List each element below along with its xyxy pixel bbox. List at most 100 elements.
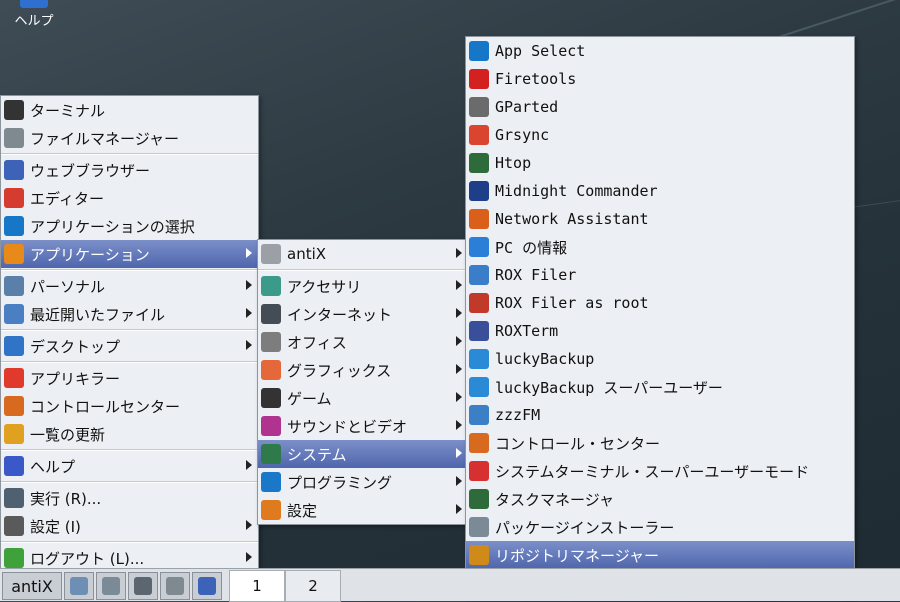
system-menu-item-label: Firetools (495, 70, 577, 88)
apps-menu-item[interactable]: ゲーム (258, 384, 468, 412)
system-menu-item[interactable]: GParted (466, 93, 854, 121)
root-menu-item-label: アプリキラー (30, 369, 121, 388)
system-menu-item-label: システムターミナル・スーパーユーザーモード (495, 462, 810, 481)
refresh-icon (4, 424, 24, 444)
system-menu-item[interactable]: コントロール・センター (466, 429, 854, 457)
desktop-help-shortcut[interactable]: ヘルプ (14, 0, 54, 29)
workspace-2-button[interactable]: 2 (285, 570, 341, 602)
terminal-icon (4, 100, 24, 120)
apps-menu-item[interactable]: グラフィックス (258, 356, 468, 384)
fullscreen-icon (70, 577, 88, 595)
system-menu-item[interactable]: Firetools (466, 65, 854, 93)
submenu-arrow-icon (456, 248, 462, 258)
apps-menu-item-label: サウンドとビデオ (287, 417, 408, 436)
menu-separator (258, 269, 468, 271)
workspace-1-button[interactable]: 1 (229, 570, 285, 602)
control-center-icon (4, 396, 24, 416)
submenu-arrow-icon (456, 336, 462, 346)
root-menu-item-label: ファイルマネージャー (30, 129, 179, 148)
help-book-icon (20, 0, 48, 8)
internet-icon (261, 304, 281, 324)
system-menu-item[interactable]: Grsync (466, 121, 854, 149)
apps-menu-item[interactable]: システム (258, 440, 468, 468)
apps-menu-item[interactable]: antiX (258, 240, 468, 268)
system-menu-item[interactable]: ROX Filer as root (466, 289, 854, 317)
control-center-icon (469, 433, 489, 453)
apps-menu-item-label: オフィス (287, 333, 347, 352)
root-menu-item[interactable]: 実行 (R)... (1, 484, 258, 512)
menu-separator (1, 361, 258, 363)
web-browser-icon (198, 577, 216, 595)
menu-separator (1, 481, 258, 483)
root-menu-item[interactable]: ファイルマネージャー (1, 124, 258, 152)
root-menu-item[interactable]: パーソナル (1, 272, 258, 300)
zzzfm-icon (469, 405, 489, 425)
midnight-commander-icon (469, 181, 489, 201)
system-menu-item[interactable]: luckyBackup (466, 345, 854, 373)
system-menu-item[interactable]: システムターミナル・スーパーユーザーモード (466, 457, 854, 485)
root-menu-item[interactable]: ターミナル (1, 96, 258, 124)
app-select-icon (4, 216, 24, 236)
apps-menu-item[interactable]: オフィス (258, 328, 468, 356)
root-menu-item[interactable]: 設定 (I) (1, 512, 258, 540)
submenu-arrow-icon (246, 308, 252, 318)
package-manager-icon (102, 577, 120, 595)
system-menu-item[interactable]: luckyBackup スーパーユーザー (466, 373, 854, 401)
root-menu-item[interactable]: デスクトップ (1, 332, 258, 360)
fullscreen-launcher[interactable] (64, 572, 94, 600)
apps-menu-item[interactable]: インターネット (258, 300, 468, 328)
start-menu-button[interactable]: antiX (2, 572, 62, 600)
root-menu-item[interactable]: アプリキラー (1, 364, 258, 392)
system-menu-item[interactable]: ROX Filer (466, 261, 854, 289)
repository-manager-icon (469, 545, 489, 565)
root-menu-item[interactable]: コントロールセンター (1, 392, 258, 420)
system-menu-item[interactable]: Network Assistant (466, 205, 854, 233)
apps-menu-item[interactable]: 設定 (258, 496, 468, 524)
gparted-icon (469, 97, 489, 117)
system-menu-item-label: タスクマネージャ (495, 490, 614, 509)
system-menu-item[interactable]: リポジトリマネージャー (466, 541, 854, 569)
package-manager-launcher[interactable] (96, 572, 126, 600)
root-menu-item[interactable]: ウェブブラウザー (1, 156, 258, 184)
user-icon (4, 276, 24, 296)
editor-icon (4, 188, 24, 208)
root-menu-item[interactable]: アプリケーション (1, 240, 258, 268)
submenu-arrow-icon (246, 520, 252, 530)
apps-menu-item-label: グラフィックス (287, 361, 392, 380)
root-menu-item[interactable]: ヘルプ (1, 452, 258, 480)
root-menu-item[interactable]: 最近開いたファイル (1, 300, 258, 328)
submenu-arrow-icon (246, 280, 252, 290)
system-menu-item[interactable]: タスクマネージャ (466, 485, 854, 513)
root-menu-item[interactable]: アプリケーションの選択 (1, 212, 258, 240)
menu-separator (1, 329, 258, 331)
info-icon (469, 237, 489, 257)
apps-menu-item-label: ゲーム (287, 389, 332, 408)
system-menu-item[interactable]: PC の情報 (466, 233, 854, 261)
web-browser-icon (4, 160, 24, 180)
system-menu-item[interactable]: Midnight Commander (466, 177, 854, 205)
system-menu-item[interactable]: ROXTerm (466, 317, 854, 345)
root-terminal-icon (469, 461, 489, 481)
htop-icon (469, 153, 489, 173)
package-installer-icon (469, 517, 489, 537)
menu-separator (1, 153, 258, 155)
submenu-arrow-icon (456, 504, 462, 514)
system-menu-item[interactable]: パッケージインストーラー (466, 513, 854, 541)
root-menu-item-label: アプリケーションの選択 (30, 217, 195, 236)
root-menu-item[interactable]: エディター (1, 184, 258, 212)
eject-launcher[interactable] (128, 572, 158, 600)
submenu-arrow-icon (456, 364, 462, 374)
root-menu-item[interactable]: 一覧の更新 (1, 420, 258, 448)
apps-menu-item[interactable]: アクセサリ (258, 272, 468, 300)
system-menu-item[interactable]: zzzFM (466, 401, 854, 429)
submenu-arrow-icon (246, 460, 252, 470)
apps-menu-item[interactable]: プログラミング (258, 468, 468, 496)
system-menu-item[interactable]: App Select (466, 37, 854, 65)
system-menu-item[interactable]: Htop (466, 149, 854, 177)
applications-submenu: antiX アクセサリ インターネットオフィスグラフィックス ゲームサウンドとビデオシ… (257, 239, 469, 525)
system-menu-item-label: ROX Filer (495, 266, 577, 284)
apps-menu-item[interactable]: サウンドとビデオ (258, 412, 468, 440)
file-manager-launcher[interactable] (160, 572, 190, 600)
web-browser-launcher[interactable] (192, 572, 222, 600)
system-menu-item-label: Network Assistant (495, 210, 649, 228)
